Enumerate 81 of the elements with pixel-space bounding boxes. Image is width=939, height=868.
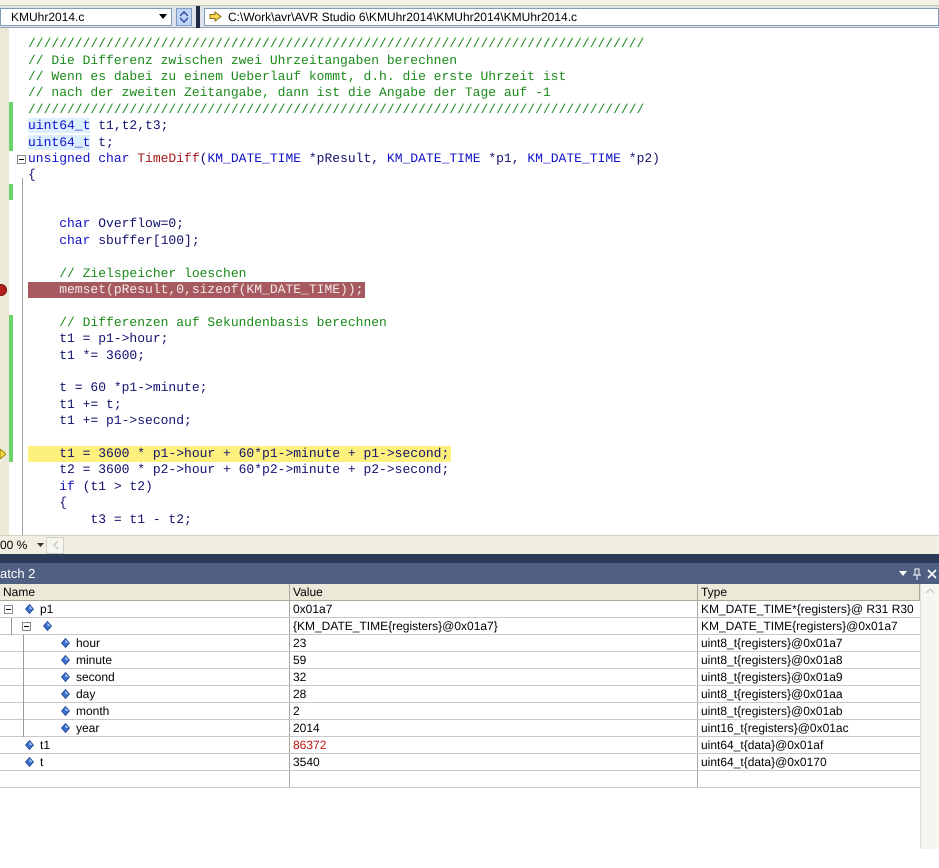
code-comment: /////////////////////////////////////////////////////////////////////////////// [28, 36, 646, 52]
value-cell: 32 [290, 669, 698, 685]
variable-name: year [76, 720, 100, 737]
type-cell-text: KM_DATE_TIME{registers}@0x01a7 [700, 618, 899, 634]
value-cell: 3540 [290, 754, 698, 770]
up-down-arrows-icon [180, 10, 188, 22]
variable-icon [61, 706, 70, 716]
code-line: if (t1 > t2) [58, 478, 154, 495]
zoom-level: 00 % [0, 537, 28, 554]
type-cell-text: uint8_t{registers}@0x01aa [700, 686, 844, 702]
file-dropdown[interactable]: KMUhr2014.c [0, 8, 172, 26]
vertical-scrollbar[interactable] [920, 584, 939, 849]
variable-name: second [76, 669, 115, 686]
value-cell: {KM_DATE_TIME{registers}@0x01a7} [290, 618, 698, 634]
type-cell-text: uint64_t{data}@0x01af [700, 737, 824, 753]
path-field[interactable]: C:\Work\avr\AVR Studio 6\KMUhr2014\KMUhr2014\KMUhr2014.c [204, 8, 939, 26]
type-cell-text: uint8_t{registers}@0x01a8 [700, 652, 844, 668]
code-line: t3 = t1 - t2; [89, 512, 193, 528]
dropdown-arrow-icon [37, 543, 44, 547]
spin-button[interactable] [176, 8, 192, 26]
code-comment: // Zielspeicher loeschen [58, 266, 248, 282]
variable-name: month [76, 703, 110, 720]
type-cell-text: uint16_t{registers}@0x01ac [700, 720, 850, 736]
type-cell-text: uint8_t{registers}@0x01a7 [700, 635, 844, 651]
code-line: t = 60 *p1->minute; [58, 380, 208, 396]
variable-icon [25, 757, 34, 767]
variable-name: day [76, 686, 96, 703]
value-cell: 28 [290, 686, 698, 702]
code-comment: // nach der zweiten Zeitangabe, dann ist die Angabe der Tage auf -1 [28, 85, 552, 102]
variable-name: p1 [40, 601, 54, 618]
code-line: t1 += t; [58, 396, 123, 413]
variable-icon [43, 621, 52, 631]
code-line: unsigned char TimeDiff(KM_DATE_TIME *pResult, KM_DATE_TIME *p1, KM_DATE_TIME *p2) [28, 150, 661, 167]
close-icon[interactable] [927, 568, 937, 578]
value-cell: 59 [290, 652, 698, 668]
code-line: { [28, 167, 37, 184]
value-cell: 0x01a7 [290, 601, 698, 617]
variable-icon [61, 655, 70, 665]
code-line: t2 = 3600 * p2->hour + 60*p2->minute + p2->second; [58, 462, 450, 478]
code-comment: /////////////////////////////////////////////////////////////////////////////// [28, 102, 646, 118]
type-cell-text: KM_DATE_TIME*{registers}@ R31 R30 [700, 601, 915, 617]
code-comment: // Wenn es dabei zu einem Ueberlauf kommt, d.h. die erste Uhrzeit ist [28, 68, 568, 85]
variable-icon [61, 689, 70, 699]
value-cell: 2 [290, 703, 698, 719]
variable-name: t1 [40, 737, 50, 754]
column-header[interactable]: Value [290, 584, 698, 600]
collapse-icon[interactable] [4, 604, 13, 614]
code-line: char sbuffer[100]; [58, 232, 201, 249]
type-cell-text: uint8_t{registers}@0x01a9 [700, 669, 844, 685]
code-line: t1 = p1->hour; [58, 331, 170, 348]
value-cell: 23 [290, 635, 698, 651]
column-header[interactable]: Name [0, 584, 290, 600]
type-cell-text: uint64_t{data}@0x0170 [700, 754, 828, 770]
value-cell: 86372 [290, 737, 698, 753]
code-comment: // Differenzen auf Sekundenbasis berechnen [58, 314, 388, 331]
variable-name: hour [76, 635, 100, 652]
zoom-dropdown[interactable]: 00 % [0, 536, 46, 554]
variable-icon [61, 672, 70, 682]
panel-title: atch 2 [0, 564, 36, 583]
collapse-icon[interactable] [17, 154, 26, 164]
code-line: t1 += p1->second; [58, 413, 193, 430]
type-cell-text: uint8_t{registers}@0x01ab [700, 703, 844, 719]
code-line: char Overflow=0; [58, 216, 186, 232]
collapse-icon[interactable] [22, 622, 31, 630]
dropdown-arrow-icon [159, 14, 167, 19]
code-line: { [58, 495, 68, 512]
variable-icon [61, 638, 70, 648]
pin-icon[interactable] [913, 568, 921, 580]
arrow-icon [209, 11, 222, 22]
file-name: KMUhr2014.c [11, 8, 84, 26]
variable-icon [61, 723, 70, 733]
file-path: C:\Work\avr\AVR Studio 6\KMUhr2014\KMUhr2014\KMUhr2014.c [228, 8, 578, 26]
variable-icon [25, 740, 34, 750]
variable-icon [25, 604, 34, 614]
code-line: uint64_t t1,t2,t3; [28, 118, 170, 134]
code-line: t1 *= 3600; [58, 348, 146, 364]
variable-name: t [40, 754, 44, 771]
code-comment: // Die Differenz zwischen zwei Uhrzeitangaben berechnen [28, 52, 458, 69]
variable-name: minute [76, 652, 112, 669]
dropdown-arrow-icon[interactable] [899, 571, 907, 576]
value-cell: 2014 [290, 720, 698, 736]
